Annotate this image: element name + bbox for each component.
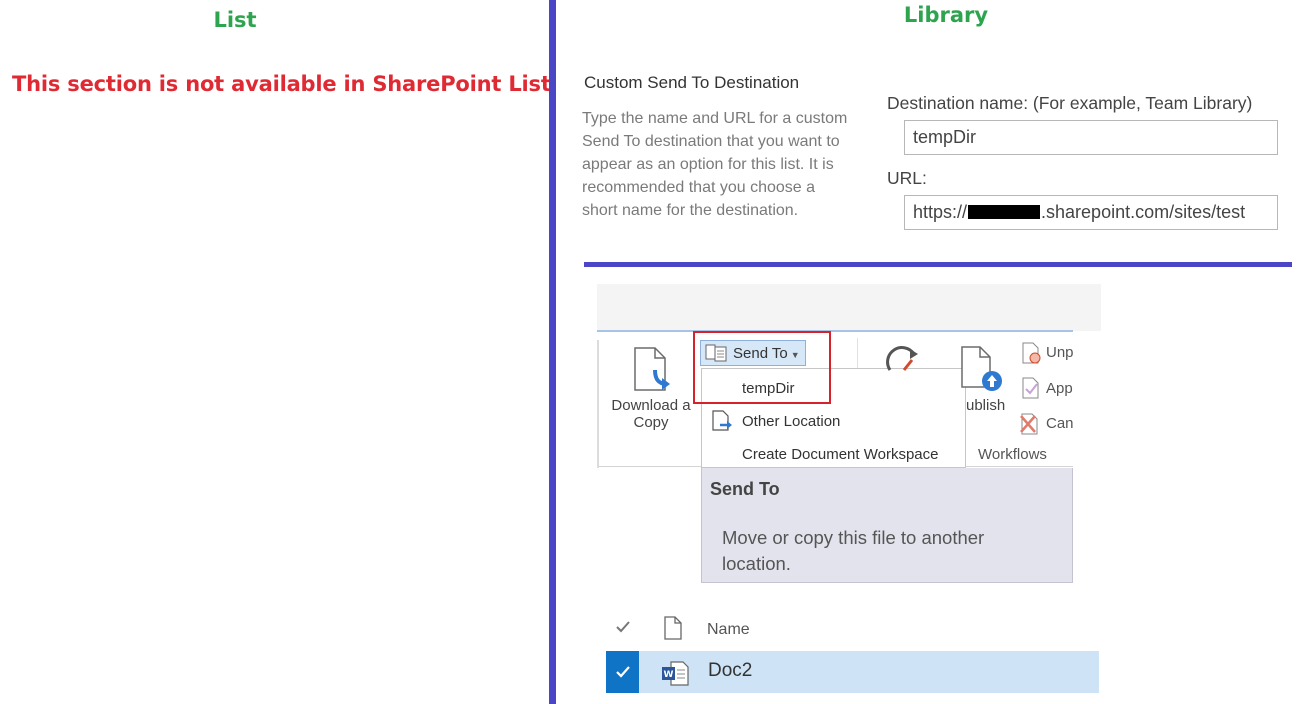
- url-input[interactable]: https:// .sharepoint.com/sites/test: [904, 195, 1278, 230]
- cancel-icon: [1020, 413, 1038, 435]
- row-selected-checkbox[interactable]: [606, 651, 639, 693]
- publish-icon[interactable]: [958, 345, 1004, 391]
- horizontal-divider: [584, 262, 1292, 267]
- url-suffix: .sharepoint.com/sites/test: [1041, 202, 1246, 222]
- cancel-button[interactable]: Can: [1046, 415, 1074, 432]
- library-heading: Library: [903, 3, 989, 27]
- workflow-refresh-icon[interactable]: [884, 346, 922, 372]
- vertical-divider: [549, 0, 556, 704]
- list-heading: List: [213, 8, 257, 32]
- publish-button[interactable]: ublish: [966, 397, 1005, 414]
- section-description: Type the name and URL for a custom Send …: [582, 110, 848, 219]
- word-document-icon: W: [662, 661, 689, 686]
- destination-name-label: Destination name: (For example, Team Lib…: [887, 93, 1253, 113]
- menu-item-create-document-workspace[interactable]: Create Document Workspace: [742, 446, 938, 463]
- section-title: Custom Send To Destination: [584, 73, 800, 92]
- unpublish-button[interactable]: Unp: [1046, 344, 1074, 361]
- approve-button[interactable]: App: [1046, 380, 1073, 397]
- url-prefix: https://: [913, 202, 968, 222]
- menu-item-other-location[interactable]: Other Location: [742, 413, 840, 430]
- destination-name-input[interactable]: tempDir: [904, 120, 1278, 155]
- download-copy-icon[interactable]: [631, 346, 675, 392]
- download-copy-button[interactable]: Download a Copy: [602, 397, 700, 431]
- ribbon-tab-strip: [597, 284, 1101, 331]
- name-column-header[interactable]: Name: [707, 621, 750, 639]
- workflows-group-label: Workflows: [978, 446, 1047, 463]
- approve-icon: [1022, 377, 1039, 399]
- svg-text:W: W: [664, 670, 674, 680]
- ribbon-group-separator: [597, 340, 599, 468]
- checkmark-icon: [615, 666, 630, 678]
- tooltip-body: Move or copy this file to another locati…: [722, 527, 985, 574]
- not-available-message: This section is not available in SharePo…: [12, 72, 551, 96]
- unpublish-icon: [1022, 342, 1041, 364]
- select-all-checkmark-icon[interactable]: [612, 616, 634, 638]
- download-copy-label-line2: Copy: [633, 414, 669, 431]
- url-label: URL:: [887, 168, 927, 188]
- highlight-box: [693, 331, 831, 404]
- file-type-icon: [664, 616, 682, 640]
- redaction-block: [968, 205, 1041, 219]
- download-copy-label-line1: Download a: [611, 397, 691, 414]
- tooltip-title: Send To: [710, 479, 780, 499]
- row-name-doc2[interactable]: Doc2: [708, 660, 752, 682]
- other-location-icon: [712, 410, 732, 431]
